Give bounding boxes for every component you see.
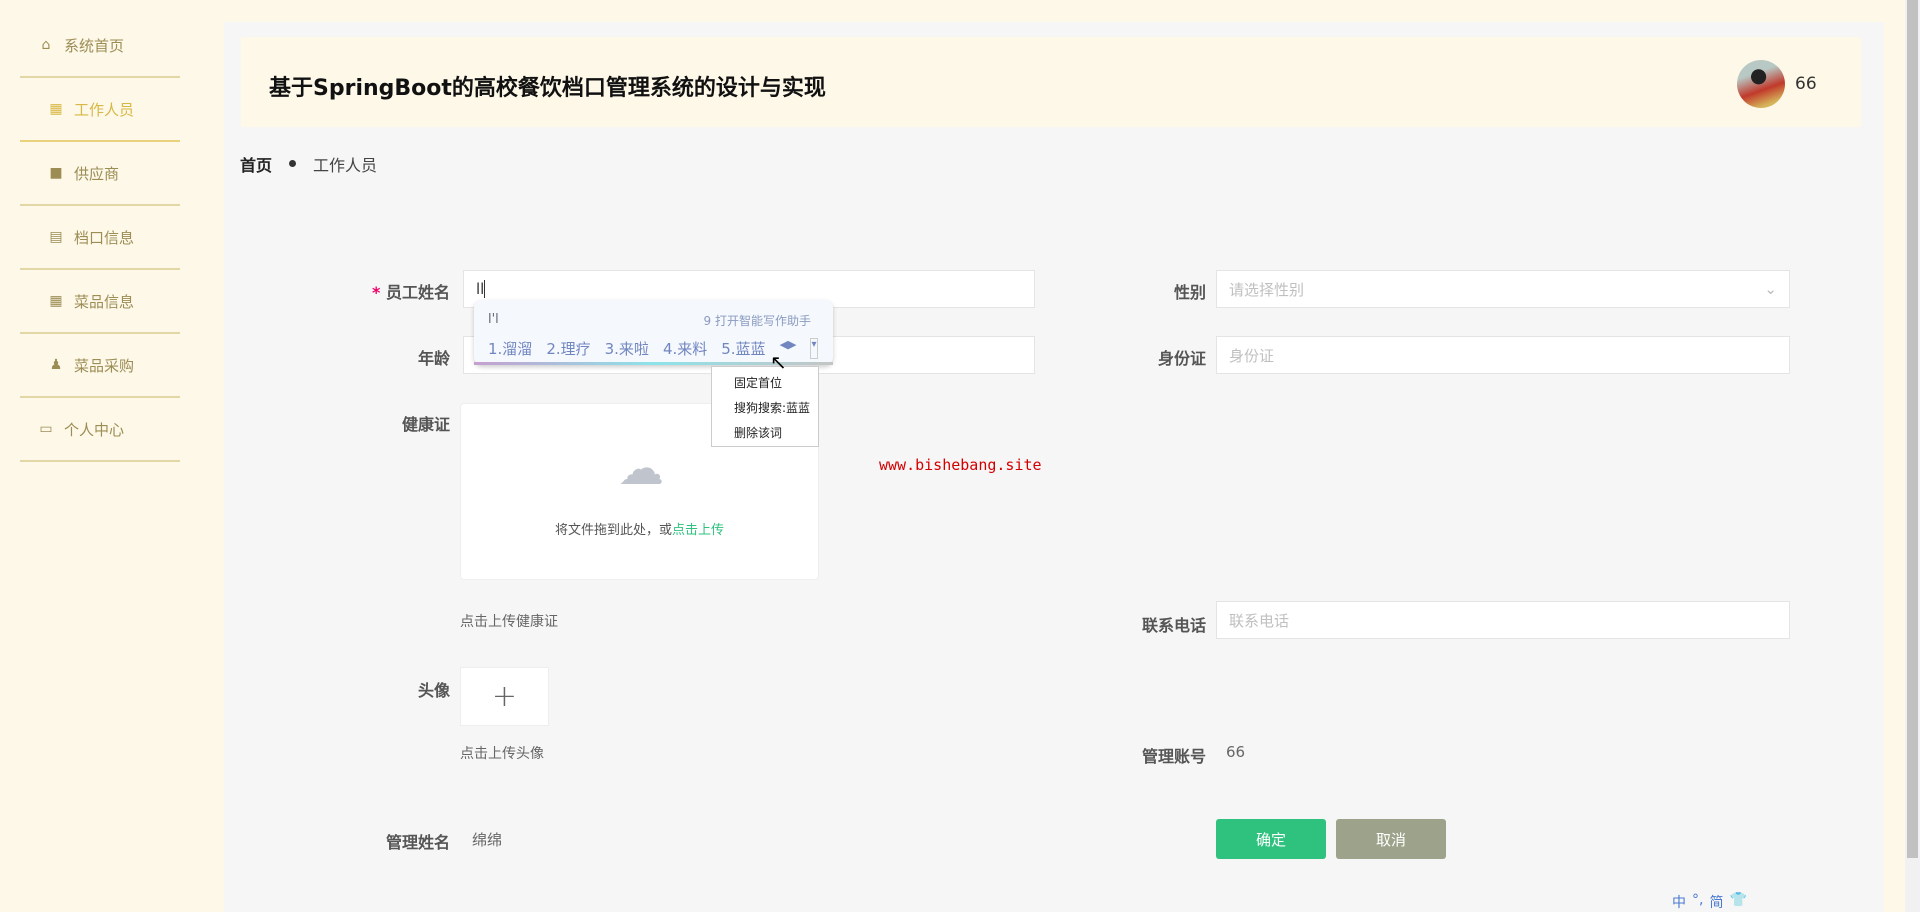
phone-label: 联系电话 <box>1141 616 1206 635</box>
sidebar-item-purchase[interactable]: ♟ 菜品采购 <box>20 334 180 398</box>
ime-context-menu: 固定首位 搜狗搜索:蓝蓝 删除该词 <box>711 366 819 447</box>
avatar-upload-button[interactable]: + <box>460 667 549 726</box>
mouse-cursor-icon: ↖ <box>770 350 787 374</box>
name-label: * 员工姓名 <box>372 283 450 302</box>
ime-candidate[interactable]: 1.溜溜 <box>488 338 532 359</box>
gender-label: 性别 <box>1173 283 1206 302</box>
scrollbar-thumb[interactable] <box>1907 0 1918 858</box>
ime-candidate[interactable]: 5.蓝蓝 <box>721 338 765 359</box>
account-label: 管理账号 <box>1141 747 1206 766</box>
sidebar-item-dish[interactable]: ▦ 菜品信息 <box>20 270 180 334</box>
sidebar-item-staff[interactable]: ▦ 工作人员 <box>20 78 180 142</box>
breadcrumb-home[interactable]: 首页 <box>240 152 272 176</box>
sidebar: ⌂ 系统首页 ▦ 工作人员 ■ 供应商 ▤ 档口信息 ▦ 菜品信息 ♟ 菜品采购 ▭ 个人中心 <box>0 0 215 912</box>
ime-candidate[interactable]: 3.来啦 <box>605 338 649 359</box>
admin-name-label: 管理姓名 <box>385 833 450 852</box>
chevron-down-icon: ⌄ <box>1764 280 1777 298</box>
ime-candidate[interactable]: 4.来料 <box>663 338 707 359</box>
menu-item-pin[interactable]: 固定首位 <box>734 371 818 396</box>
menu-item-search[interactable]: 搜狗搜索:蓝蓝 <box>734 396 818 421</box>
id-label: 身份证 <box>1157 349 1206 368</box>
card-icon: ▭ <box>39 421 53 437</box>
grid-icon: ▦ <box>49 101 63 117</box>
scrollbar[interactable] <box>1905 0 1920 912</box>
breadcrumb-separator <box>289 160 296 167</box>
account-value: 66 <box>1226 743 1246 761</box>
ime-candidate[interactable]: 2.理疗 <box>546 338 590 359</box>
ime-skin-icon[interactable]: 👕 <box>1729 892 1746 912</box>
sidebar-item-stall[interactable]: ▤ 档口信息 <box>20 206 180 270</box>
breadcrumb-current: 工作人员 <box>313 156 378 175</box>
cancel-button[interactable]: 取消 <box>1336 819 1446 859</box>
health-hint: 点击上传健康证 <box>460 614 558 630</box>
ime-status-bar: 中 °, 简 👕 <box>1672 892 1747 912</box>
briefcase-icon: ■ <box>49 165 63 181</box>
sidebar-item-home[interactable]: ⌂ 系统首页 <box>20 14 180 78</box>
ime-mode[interactable]: 中 <box>1672 892 1686 912</box>
home-icon: ⌂ <box>41 37 51 53</box>
username[interactable]: 66 <box>1795 74 1817 94</box>
page-title: 基于SpringBoot的高校餐饮档口管理系统的设计与实现 <box>269 76 826 101</box>
ime-assistant-link[interactable]: 9 打开智能写作助手 <box>704 312 811 329</box>
avatar-hint: 点击上传头像 <box>460 746 544 762</box>
confirm-button[interactable]: 确定 <box>1216 819 1326 859</box>
user-icon: ♟ <box>49 357 63 373</box>
age-label: 年龄 <box>417 349 450 368</box>
avatar[interactable] <box>1737 60 1785 108</box>
grid-icon: ▦ <box>49 293 63 309</box>
id-input[interactable]: 身份证 <box>1216 336 1790 374</box>
avatar-label: 头像 <box>417 681 450 700</box>
admin-name-value: 绵绵 <box>472 831 503 849</box>
upload-text: 将文件拖到此处，或点击上传 <box>554 523 725 538</box>
sidebar-item-supplier[interactable]: ■ 供应商 <box>20 142 180 206</box>
plus-icon: + <box>491 679 518 714</box>
gender-select[interactable]: 请选择性别 ⌄ <box>1216 270 1790 308</box>
ime-expand-icon[interactable]: ▾ <box>810 338 818 359</box>
sidebar-item-profile[interactable]: ▭ 个人中心 <box>20 398 180 462</box>
ime-simplified[interactable]: 简 <box>1709 892 1723 912</box>
watermark: www.bishebang.site <box>879 456 1042 474</box>
clipboard-icon: ▤ <box>49 229 63 245</box>
health-label: 健康证 <box>401 415 450 434</box>
menu-item-delete[interactable]: 删除该词 <box>734 421 818 446</box>
ime-punct[interactable]: °, <box>1692 892 1703 912</box>
ime-composition: l'l <box>488 312 499 327</box>
cloud-upload-icon: ☁ <box>618 441 664 495</box>
phone-input[interactable]: 联系电话 <box>1216 601 1790 639</box>
upload-link[interactable]: 点击上传 <box>672 523 724 538</box>
